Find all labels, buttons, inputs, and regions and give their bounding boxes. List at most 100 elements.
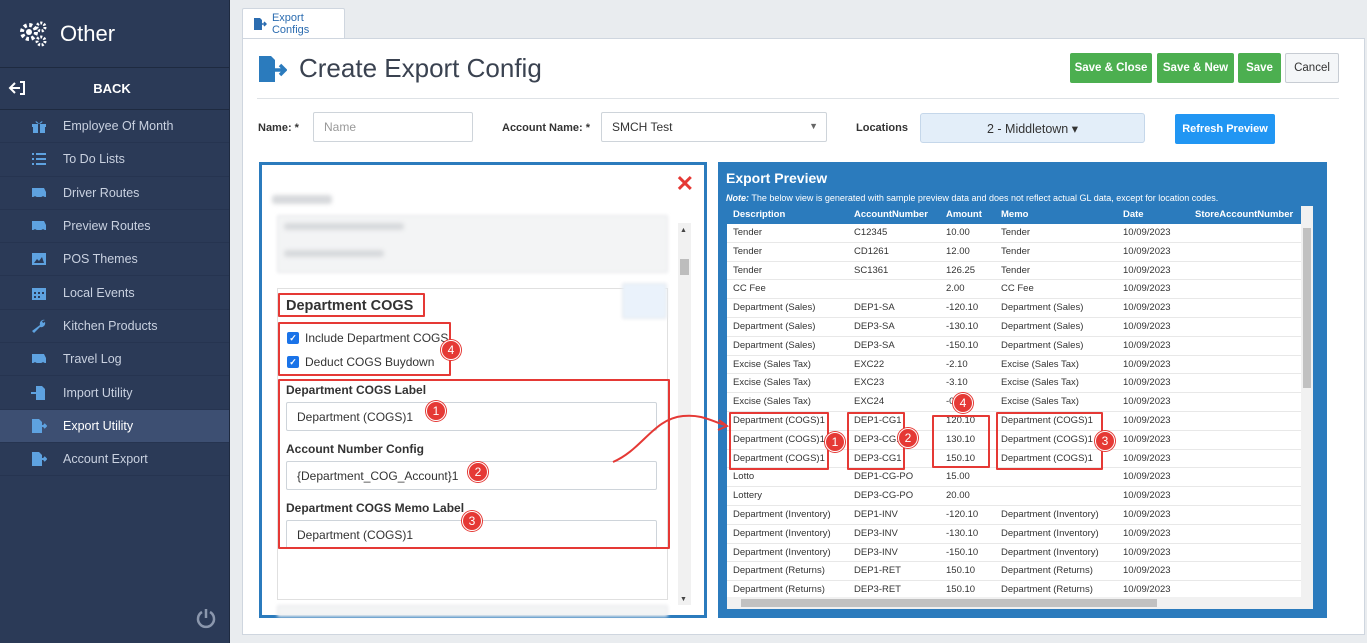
sidebar-item-label: Export Utility (63, 418, 134, 433)
column-header: Description (733, 209, 786, 220)
table-cell: 10/09/2023 (1123, 415, 1171, 426)
account-name-label: Account Name: * (502, 122, 591, 134)
sidebar: Other BACK Employee Of Month To Do Lists D… (0, 0, 230, 643)
table-cell: 10/09/2023 (1123, 264, 1171, 276)
preview-table: Description AccountNumber Amount Memo Date St… (727, 206, 1313, 609)
export-config-panel: Create Export Config Save & Close Save &… (242, 38, 1365, 635)
badge-4: 4 (441, 340, 461, 360)
tab-label: Export Configs (271, 11, 310, 36)
config-scrollbar[interactable]: ▲ ▼ (678, 223, 691, 605)
divider (257, 98, 1339, 99)
sidebar-item-import-utility[interactable]: Import Utility (0, 376, 229, 410)
scroll-thumb[interactable] (1303, 228, 1311, 388)
sidebar-item-export-utility[interactable]: Export Utility (0, 409, 229, 443)
scroll-thumb[interactable] (680, 259, 689, 275)
scroll-down-icon[interactable]: ▼ (680, 596, 687, 603)
table-cell: DEP3-CG-PO (854, 490, 914, 502)
table-cell: 10/09/2023 (1123, 471, 1171, 483)
table-cell: -150.10 (946, 546, 979, 558)
highlight-checkboxes (278, 322, 451, 376)
chevron-down-icon: ▼ (809, 121, 818, 131)
blurred-heading (272, 195, 332, 204)
table-cell (1189, 299, 1306, 317)
column-header: StoreAccountNumber (1195, 209, 1294, 220)
table-row: Department (Inventory) DEP3-INV -150.10 Dep… (727, 544, 1313, 563)
table-cell (1189, 393, 1306, 411)
table-cell: 12.00 (946, 245, 970, 257)
table-cell: 10/09/2023 (1123, 339, 1171, 351)
highlight-account-col (847, 412, 905, 470)
cancel-button[interactable]: Cancel (1285, 53, 1339, 83)
table-cell (1189, 506, 1306, 524)
close-icon[interactable]: ✕ (676, 173, 694, 195)
name-input[interactable]: Name (313, 112, 473, 142)
table-cell: Department (Sales) (733, 339, 816, 351)
power-icon[interactable] (195, 607, 217, 629)
table-cell: 10/09/2023 (1123, 302, 1171, 314)
sidebar-item-employee-of-month[interactable]: Employee Of Month (0, 110, 229, 144)
account-name-select[interactable]: SMCH Test ▼ (601, 112, 827, 142)
table-row: Excise (Sales Tax) EXC23 -3.10 Excise (Sale… (727, 374, 1313, 394)
scroll-thumb[interactable] (741, 599, 1157, 607)
table-cell: Department (Sales) (1001, 321, 1084, 332)
table-cell: Department (Inventory) (733, 509, 831, 520)
badge-1: 1 (426, 401, 446, 421)
table-cell: -150.10 (946, 339, 979, 351)
sidebar-item-account-export[interactable]: Account Export (0, 443, 229, 477)
table-cell: 10/09/2023 (1123, 377, 1171, 389)
table-cell: -120.10 (946, 302, 979, 314)
badge-2: 2 (468, 462, 488, 482)
sidebar-item-label: Import Utility (63, 385, 133, 400)
tab-export-configs[interactable]: Export Configs (242, 8, 345, 38)
badge-2: 2 (898, 428, 918, 448)
sidebar-item-label: Travel Log (63, 352, 122, 367)
horizontal-scrollbar[interactable] (727, 597, 1301, 609)
table-row: Department (Inventory) DEP3-INV -130.10 Dep… (727, 525, 1313, 544)
refresh-preview-button[interactable]: Refresh Preview (1175, 114, 1275, 144)
scroll-up-icon[interactable]: ▲ (680, 227, 687, 234)
sidebar-item-to-do-lists[interactable]: To Do Lists (0, 143, 229, 177)
export-file-icon (259, 55, 287, 82)
table-cell: Department (Inventory) (733, 546, 831, 558)
table-cell: 10/09/2023 (1123, 396, 1171, 408)
sidebar-item-pos-themes[interactable]: POS Themes (0, 243, 229, 277)
sidebar-item-kitchen-products[interactable]: Kitchen Products (0, 310, 229, 344)
table-cell (1189, 450, 1306, 468)
table-row: Department (Sales) DEP1-SA -120.10 Departme… (727, 299, 1313, 318)
table-cell (1189, 468, 1306, 486)
wrench-icon (30, 318, 48, 334)
locations-dropdown[interactable]: 2 - Middletown ▾ (920, 113, 1145, 143)
note-bold: Note: (726, 193, 749, 203)
table-cell: Tender (733, 245, 763, 257)
table-cell: Excise (Sales Tax) (733, 377, 811, 389)
badge-1: 1 (825, 432, 845, 452)
sidebar-header: Other (0, 0, 229, 68)
table-cell: DEP3-INV (854, 546, 898, 558)
sidebar-item-preview-routes[interactable]: Preview Routes (0, 210, 229, 244)
save-new-button[interactable]: Save & New (1157, 53, 1234, 83)
column-header: AccountNumber (854, 209, 928, 220)
table-cell: 126.25 (946, 264, 976, 276)
vertical-scrollbar[interactable] (1301, 206, 1313, 609)
table-cell: -130.10 (946, 321, 979, 332)
sidebar-item-local-events[interactable]: Local Events (0, 276, 229, 310)
table-cell: 10/09/2023 (1123, 490, 1171, 502)
gears-icon (20, 21, 47, 46)
table-cell: Department (Sales) (733, 302, 816, 314)
table-cell: 150.10 (946, 565, 976, 577)
sidebar-item-travel-log[interactable]: Travel Log (0, 343, 229, 377)
table-cell (1189, 262, 1306, 280)
table-cell: 10/09/2023 (1123, 452, 1171, 464)
table-cell: Department (Inventory) (733, 527, 831, 539)
blurred-button (622, 283, 667, 319)
sidebar-item-driver-routes[interactable]: Driver Routes (0, 177, 229, 210)
save-button[interactable]: Save (1238, 53, 1281, 83)
export-preview: Export Preview Note: The below view is g… (718, 162, 1327, 618)
table-row: Department (Inventory) DEP1-INV -120.10 Dep… (727, 506, 1313, 525)
back-button[interactable]: BACK (0, 68, 229, 110)
table-cell: EXC23 (854, 377, 885, 389)
column-header: Memo (1001, 209, 1029, 220)
badge-3: 3 (462, 511, 482, 531)
save-close-button[interactable]: Save & Close (1070, 53, 1152, 83)
table-row: Department (Sales) DEP3-SA -150.10 Departme… (727, 337, 1313, 356)
